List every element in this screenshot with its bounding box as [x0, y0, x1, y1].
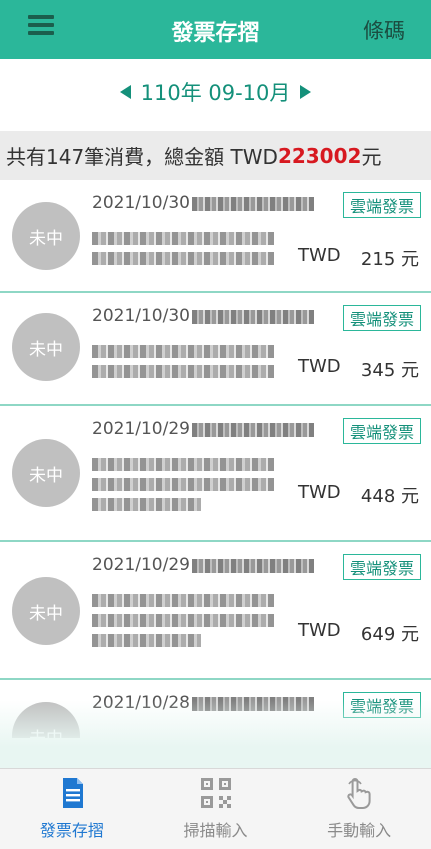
- lottery-status-badge: 未中: [12, 439, 80, 507]
- invoice-list: 未中 2021/10/30 雲端發票 TWD 215 元 未中 2021/10/…: [0, 180, 431, 738]
- seller-name-redacted: [92, 594, 274, 664]
- invoice-row[interactable]: 未中 2021/10/29 雲端發票 TWD 448 元: [0, 406, 431, 542]
- invoice-row[interactable]: 未中 2021/10/30 雲端發票 TWD 215 元: [0, 180, 431, 293]
- invoice-row[interactable]: 未中 2021/10/29 雲端發票 TWD 649 元: [0, 542, 431, 680]
- invoice-number-redacted: [192, 310, 314, 324]
- invoice-date: 2021/10/30: [92, 306, 190, 326]
- period-selector: 110年 09-10月: [0, 76, 431, 108]
- invoice-currency: TWD: [298, 482, 341, 503]
- invoice-row[interactable]: 未中 2021/10/30 雲端發票 TWD 345 元: [0, 293, 431, 406]
- lottery-status-badge: 未中: [12, 313, 80, 381]
- invoice-amount: 345 元: [360, 360, 419, 381]
- tab-label: 發票存摺: [39, 821, 104, 840]
- cloud-invoice-tag: 雲端發票: [343, 305, 421, 331]
- seller-name-redacted: [92, 232, 274, 272]
- invoice-number-redacted: [192, 197, 314, 211]
- seller-name-redacted: [92, 345, 274, 385]
- invoice-date: 2021/10/29: [92, 419, 190, 439]
- invoice-currency: TWD: [298, 620, 341, 641]
- invoice-amount: 448 元: [360, 486, 419, 507]
- qrcode-icon: [200, 778, 231, 808]
- invoice-amount: 215 元: [360, 249, 419, 270]
- lottery-status-badge: 未中: [12, 577, 80, 645]
- lottery-status-badge: 未中: [12, 202, 80, 270]
- tab-scan-input[interactable]: 掃描輸入: [144, 769, 288, 849]
- barcode-button[interactable]: 條碼: [363, 15, 405, 45]
- hand-pointer-icon: [347, 777, 371, 809]
- tab-label: 手動輸入: [327, 821, 392, 840]
- cloud-invoice-tag: 雲端發票: [343, 554, 421, 580]
- list-fade: [0, 700, 431, 768]
- invoice-date: 2021/10/30: [92, 193, 190, 213]
- next-period-icon[interactable]: [300, 85, 312, 99]
- previous-period-icon[interactable]: [119, 85, 131, 99]
- tab-manual-input[interactable]: 手動輸入: [287, 769, 431, 849]
- invoice-amount: 649 元: [360, 624, 419, 645]
- invoice-currency: TWD: [298, 245, 341, 266]
- summary-text: 共有147筆消費，總金額 TWD: [6, 145, 278, 169]
- bottom-tab-bar: 發票存摺 掃描輸入 手動輸入: [0, 768, 431, 849]
- cloud-invoice-tag: 雲端發票: [343, 192, 421, 218]
- tab-invoice-book[interactable]: 發票存摺: [0, 769, 144, 849]
- top-bar: 發票存摺 條碼: [0, 0, 431, 59]
- period-label: 110年 09-10月: [140, 81, 291, 105]
- summary-bar: 共有147筆消費，總金額 TWD 223002 元: [0, 131, 431, 180]
- tab-label: 掃描輸入: [183, 821, 248, 840]
- total-amount: 223002: [277, 143, 362, 168]
- summary-unit: 元: [361, 145, 382, 169]
- cloud-invoice-tag: 雲端發票: [343, 418, 421, 444]
- invoice-currency: TWD: [298, 356, 341, 377]
- invoice-date: 2021/10/29: [92, 555, 190, 575]
- invoice-number-redacted: [192, 423, 314, 437]
- invoice-number-redacted: [192, 559, 314, 573]
- document-icon: [62, 778, 83, 808]
- seller-name-redacted: [92, 458, 274, 528]
